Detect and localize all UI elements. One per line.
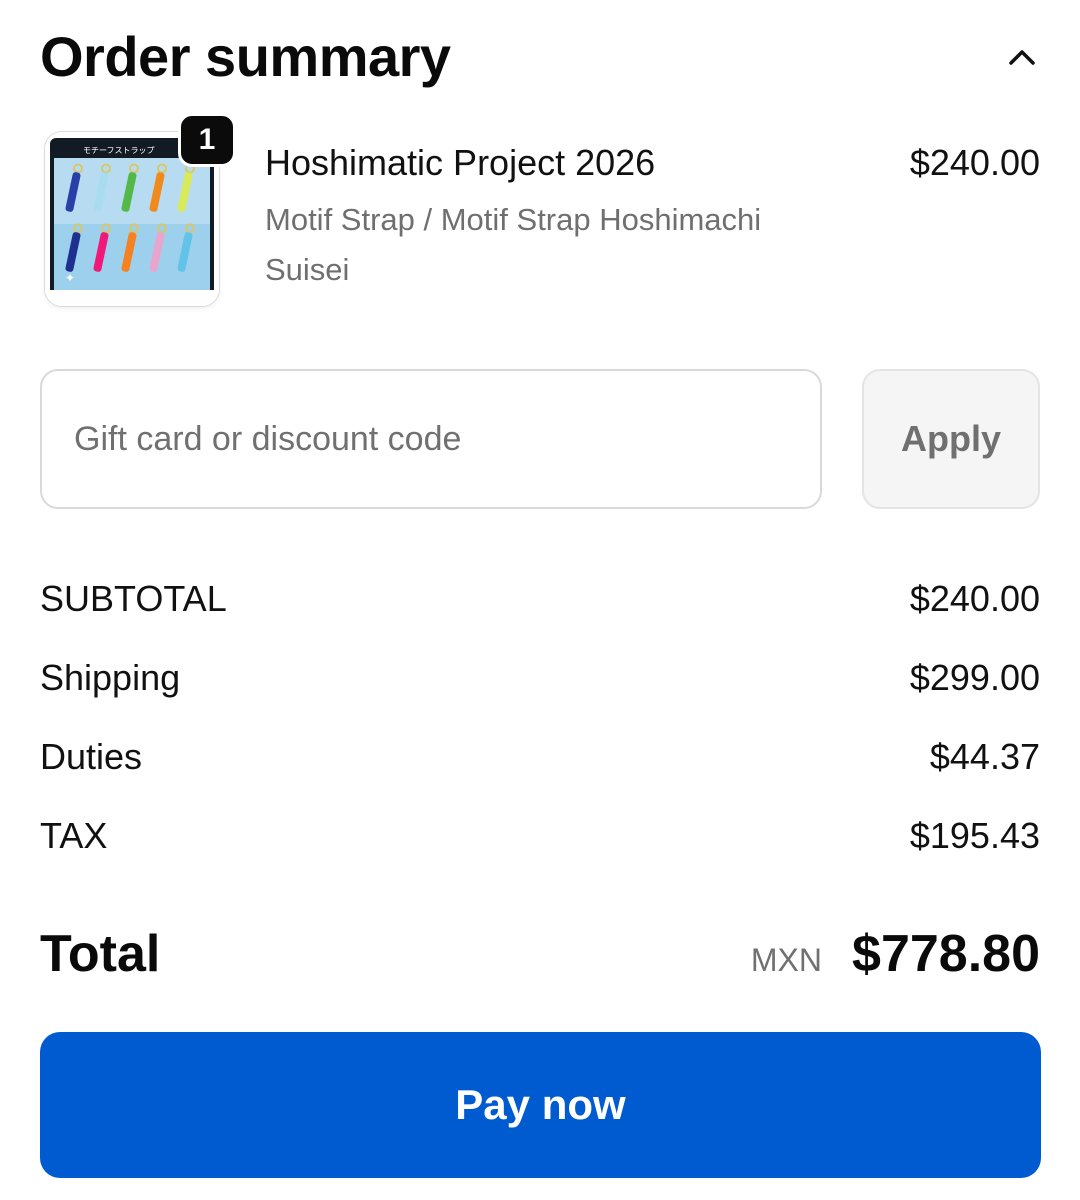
tax-row: TAX $195.43 [40,807,1040,886]
total-label: Total [40,925,161,983]
page-title: Order summary [40,25,451,88]
discount-code-input[interactable] [40,369,822,509]
product-variant: Motif Strap / Motif Strap Hoshimachi Sui… [265,202,762,287]
subtotal-value: $240.00 [909,578,1040,619]
total-amount: $778.80 [852,925,1040,983]
duties-label: Duties [40,736,143,777]
tax-value: $195.43 [909,815,1040,856]
shipping-value: $299.00 [909,657,1040,698]
product-price: $240.00 [909,142,1040,183]
product-name: Hoshimatic Project 2026 [265,142,656,183]
discount-row: Apply [40,369,1040,509]
duties-value: $44.37 [929,736,1040,777]
order-summary-header[interactable]: Order summary [40,22,1040,92]
tax-label: TAX [40,815,108,856]
pay-now-button[interactable]: Pay now [40,1032,1041,1178]
chevron-up-icon[interactable] [1004,39,1040,75]
thumbnail-heading: モチーフストラップ [83,146,155,155]
product-thumbnail-wrap: モチーフストラップ ✦ 1 [40,113,236,309]
grand-total-row: Total MXN $778.80 [40,915,1040,990]
apply-button[interactable]: Apply [862,369,1040,509]
quantity-badge: 1 [178,113,236,167]
subtotal-label: SUBTOTAL [40,578,227,619]
line-item: モチーフストラップ ✦ 1 Hoshimatic Project 2026 Mo… [40,113,1040,315]
duties-row: Duties $44.37 [40,728,1040,807]
subtotal-row: SUBTOTAL $240.00 [40,570,1040,649]
svg-text:✦: ✦ [65,271,75,285]
total-currency: MXN [750,942,822,978]
totals-list: SUBTOTAL $240.00 Shipping $299.00 Duties… [40,570,1040,886]
shipping-label: Shipping [40,657,181,698]
shipping-row: Shipping $299.00 [40,649,1040,728]
